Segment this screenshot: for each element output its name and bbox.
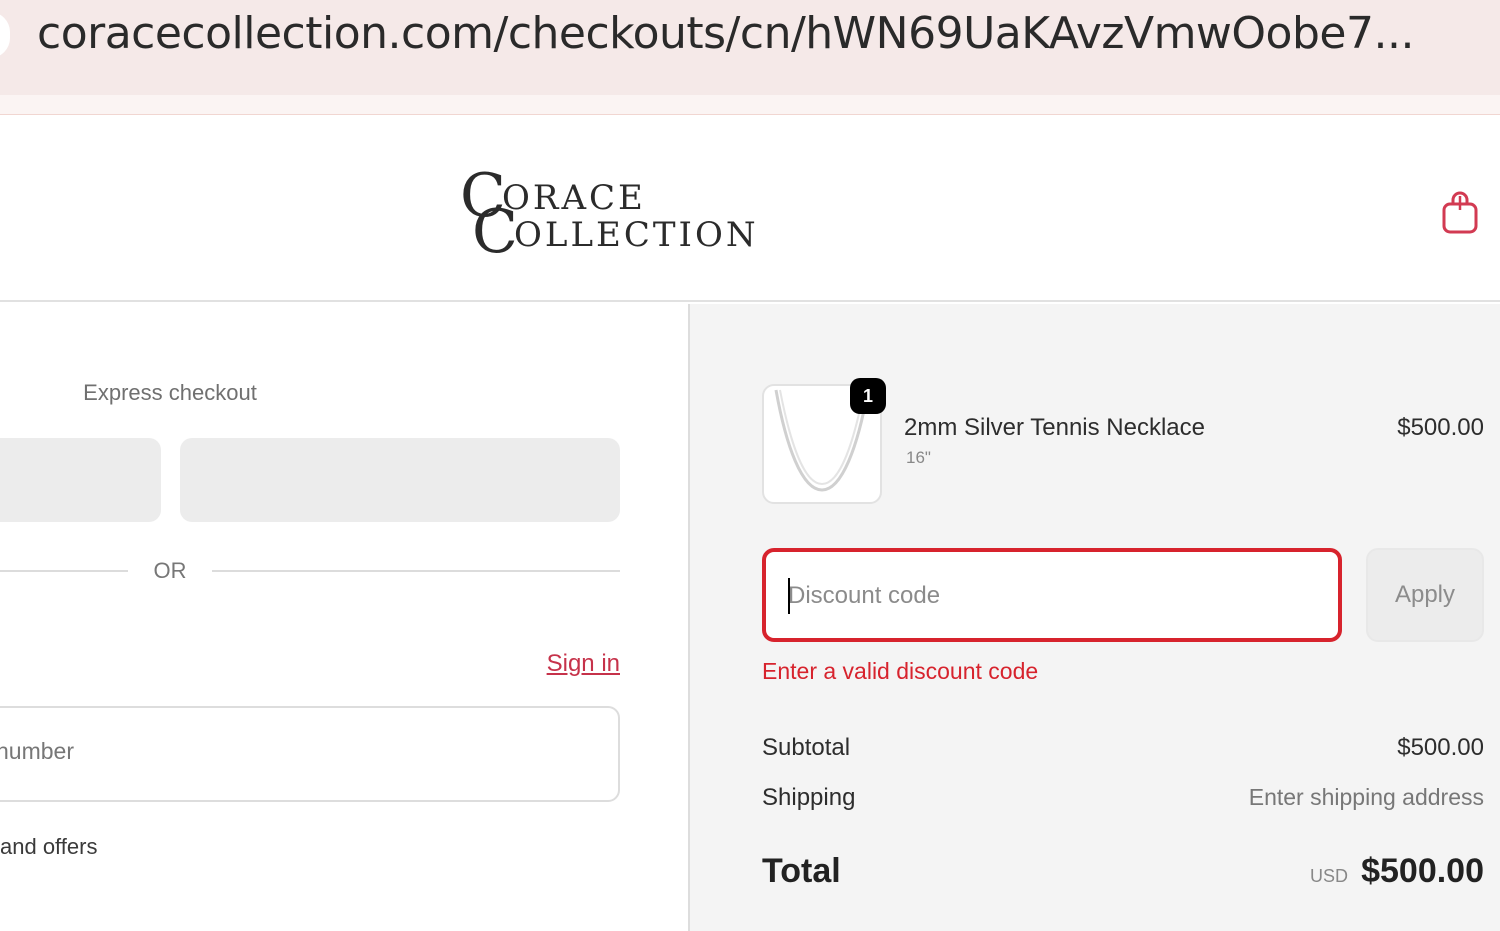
text-caret: [788, 578, 790, 614]
shopping-bag-icon[interactable]: [1440, 190, 1480, 236]
total-currency: USD: [1309, 866, 1348, 886]
discount-error-message: Enter a valid discount code: [762, 658, 1039, 684]
marketing-opt-in-label[interactable]: and offers: [0, 834, 97, 860]
url-text[interactable]: coracecollection.com/checkouts/cn/hWN69U…: [37, 8, 1414, 59]
subtotal-value: $500.00: [1397, 734, 1484, 761]
store-logo[interactable]: C ORACE C OLLECTION: [458, 164, 756, 267]
shipping-label: Shipping: [762, 784, 856, 811]
order-summary: 1 2mm Silver Tennis Necklace 16" $500.00…: [688, 304, 1500, 931]
contact-placeholder: number: [0, 738, 74, 764]
divider-right: [212, 570, 620, 572]
or-divider-label: OR: [153, 558, 187, 583]
divider-left: [0, 570, 128, 572]
product-variant: 16": [906, 448, 931, 467]
checkout-form-column: Express checkout OR Sign in number and o…: [0, 304, 688, 931]
contact-field[interactable]: number: [0, 706, 620, 802]
discount-code-input[interactable]: Discount code: [762, 548, 1342, 642]
logo-line-1: ORACE: [502, 178, 646, 218]
quantity-badge: 1: [850, 378, 886, 414]
browser-address-bar[interactable]: coracecollection.com/checkouts/cn/hWN69U…: [0, 0, 1500, 95]
subtotal-label: Subtotal: [762, 734, 851, 761]
product-price: $500.00: [1397, 414, 1484, 441]
total-value: $500.00: [1361, 852, 1484, 890]
browser-toolbar-edge: [0, 95, 1500, 115]
apply-discount-button[interactable]: Apply: [1366, 548, 1484, 642]
shipping-value: Enter shipping address: [1248, 784, 1484, 810]
sign-in-link[interactable]: Sign in: [520, 650, 620, 678]
express-checkout-heading: Express checkout: [83, 380, 257, 405]
logo-initial-2: C: [472, 197, 518, 267]
store-header: C ORACE C OLLECTION: [0, 116, 1500, 302]
total-label: Total: [762, 852, 841, 890]
site-info-button[interactable]: [0, 12, 10, 58]
express-pay-button-2[interactable]: [180, 438, 620, 522]
express-pay-button-1[interactable]: [0, 438, 161, 522]
logo-line-2: OLLECTION: [514, 215, 759, 255]
discount-placeholder: Discount code: [788, 582, 941, 609]
product-name: 2mm Silver Tennis Necklace: [904, 414, 1205, 441]
